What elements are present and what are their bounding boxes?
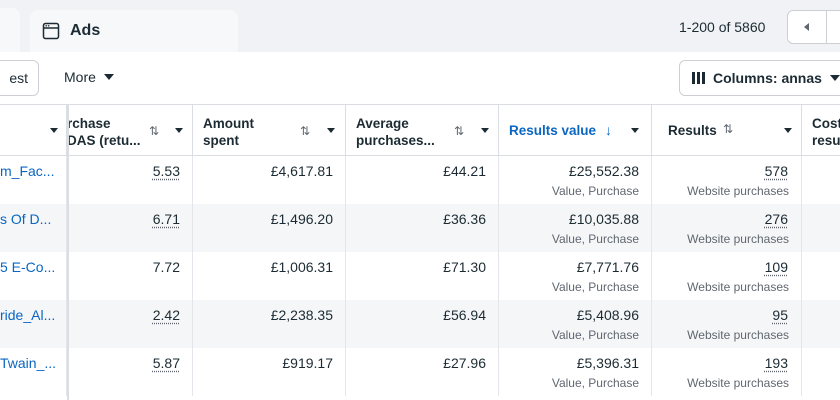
results-count[interactable]: 193 xyxy=(765,355,788,371)
purchase-roas-value[interactable]: 6.71 xyxy=(153,211,180,227)
caret-down-icon xyxy=(175,128,183,133)
avg-purchases-value: £56.94 xyxy=(443,307,486,323)
sort-icon[interactable]: ⇅ xyxy=(149,124,159,138)
results-subtext: Website purchases xyxy=(687,376,789,390)
column-header-cost-per-result[interactable]: Cost resu xyxy=(802,105,840,156)
sort-icon[interactable]: ⇅ xyxy=(723,122,733,136)
more-button[interactable]: More xyxy=(64,69,114,85)
caret-down-icon xyxy=(631,128,639,133)
ad-name-link[interactable]: ride_Al... xyxy=(0,307,55,323)
results-count[interactable]: 578 xyxy=(765,163,788,179)
sort-desc-icon[interactable]: ↓ xyxy=(605,122,612,138)
results-count[interactable]: 109 xyxy=(765,259,788,275)
ad-name-link[interactable]: s Of D... xyxy=(0,211,51,227)
results-subtext: Website purchases xyxy=(687,328,789,342)
amount-spent-value: £919.17 xyxy=(282,355,333,371)
results-value-subtext: Value, Purchase xyxy=(551,184,639,198)
results-value-amount: £5,408.96 xyxy=(576,307,639,323)
results-value-amount: £25,552.38 xyxy=(568,163,639,179)
pagination-text: 1-200 of 5860 xyxy=(679,19,766,35)
results-value-amount: £5,396.31 xyxy=(576,355,639,371)
column-header-purchase-roas[interactable]: rchase DAS (retu... ⇅ xyxy=(67,105,193,156)
results-label: Results xyxy=(668,123,717,138)
more-label: More xyxy=(64,69,96,85)
sort-icon[interactable]: ⇅ xyxy=(300,124,310,138)
amount-spent-value: £2,238.35 xyxy=(270,307,333,323)
column-header-name[interactable] xyxy=(0,105,67,156)
column-header-results-value[interactable]: Results value ↓ xyxy=(499,105,652,156)
column-header-results[interactable]: Results ⇅ xyxy=(652,105,802,156)
results-value-subtext: Value, Purchase xyxy=(551,280,639,294)
table-header: rchase DAS (retu... ⇅ Amount spent ⇅ Ave… xyxy=(0,104,840,156)
caret-down-icon xyxy=(784,128,792,133)
results-subtext: Website purchases xyxy=(687,280,789,294)
avg-purchases-value: £36.36 xyxy=(443,211,486,227)
columns-label: Columns: annas xyxy=(713,70,822,86)
results-value-subtext: Value, Purchase xyxy=(551,376,639,390)
results-value-amount: £10,035.88 xyxy=(568,211,639,227)
caret-down-icon xyxy=(50,128,58,133)
sort-icon[interactable]: ⇅ xyxy=(454,124,464,138)
amount-spent-line1: Amount xyxy=(203,116,254,131)
results-value-subtext: Value, Purchase xyxy=(551,328,639,342)
purchase-roas-value: 7.72 xyxy=(152,259,180,275)
ad-name-link[interactable]: Twain_... xyxy=(0,355,56,371)
table-row[interactable]: 5 E-Co... 7.72 £1,006.31 £71.30 £7,771.7… xyxy=(0,252,840,300)
test-button[interactable]: est xyxy=(0,60,39,96)
results-count[interactable]: 276 xyxy=(765,211,788,227)
ad-window-icon xyxy=(42,22,60,40)
purchase-roas-value[interactable]: 5.53 xyxy=(153,163,180,179)
tab-previous[interactable] xyxy=(0,8,20,52)
tab-ads[interactable]: Ads xyxy=(30,10,238,52)
toolbar: est More Columns: annas xyxy=(0,52,840,104)
amount-spent-value: £1,496.20 xyxy=(270,211,333,227)
table-row[interactable]: ride_Al... 2.42 £2,238.35 £56.94 £5,408.… xyxy=(0,300,840,348)
results-subtext: Website purchases xyxy=(687,184,789,198)
columns-icon xyxy=(692,72,705,84)
purchase-roas-value[interactable]: 2.42 xyxy=(153,307,180,323)
avg-purchases-line1: Average xyxy=(356,116,409,131)
cost-line2: resu xyxy=(812,133,840,148)
columns-button[interactable]: Columns: annas xyxy=(679,60,840,96)
results-subtext: Website purchases xyxy=(687,232,789,246)
caret-down-icon xyxy=(481,128,489,133)
caret-down-icon xyxy=(327,128,335,133)
caret-down-icon xyxy=(829,75,840,81)
avg-purchases-value: £71.30 xyxy=(443,259,486,275)
amount-spent-line2: spent xyxy=(203,133,240,148)
cost-line1: Cost xyxy=(812,116,840,131)
previous-page-button[interactable] xyxy=(787,10,827,44)
ads-table: rchase DAS (retu... ⇅ Amount spent ⇅ Ave… xyxy=(0,104,840,400)
results-value-subtext: Value, Purchase xyxy=(551,232,639,246)
avg-purchases-value: £44.21 xyxy=(443,163,486,179)
purchase-roas-line1: rchase xyxy=(67,116,111,131)
results-value-label: Results value xyxy=(509,123,597,138)
table-row[interactable]: s Of D... 6.71 £1,496.20 £36.36 £10,035.… xyxy=(0,204,840,252)
column-header-average-purchases[interactable]: Average purchases... ⇅ xyxy=(346,105,499,156)
table-row[interactable]: m_Fac... 5.53 £4,617.81 £44.21 £25,552.3… xyxy=(0,156,840,204)
top-tab-bar: Ads 1-200 of 5860 xyxy=(0,0,840,52)
frozen-column-divider[interactable] xyxy=(67,104,69,400)
ad-name-link[interactable]: m_Fac... xyxy=(0,163,54,179)
table-row[interactable]: Twain_... 5.87 £919.17 £27.96 £5,396.31 V… xyxy=(0,348,840,396)
ad-name-link[interactable]: 5 E-Co... xyxy=(0,259,55,275)
avg-purchases-line2: purchases... xyxy=(356,133,435,148)
amount-spent-value: £1,006.31 xyxy=(270,259,333,275)
purchase-roas-line2: DAS (retu... xyxy=(67,133,141,148)
purchase-roas-value[interactable]: 5.87 xyxy=(153,355,180,371)
results-count[interactable]: 95 xyxy=(772,307,788,323)
amount-spent-value: £4,617.81 xyxy=(270,163,333,179)
caret-down-icon xyxy=(103,74,114,80)
next-page-button[interactable] xyxy=(826,10,840,44)
results-value-amount: £7,771.76 xyxy=(576,259,639,275)
caret-left-icon xyxy=(804,23,809,31)
column-header-amount-spent[interactable]: Amount spent ⇅ xyxy=(193,105,346,156)
tab-ads-label: Ads xyxy=(70,22,101,39)
avg-purchases-value: £27.96 xyxy=(443,355,486,371)
